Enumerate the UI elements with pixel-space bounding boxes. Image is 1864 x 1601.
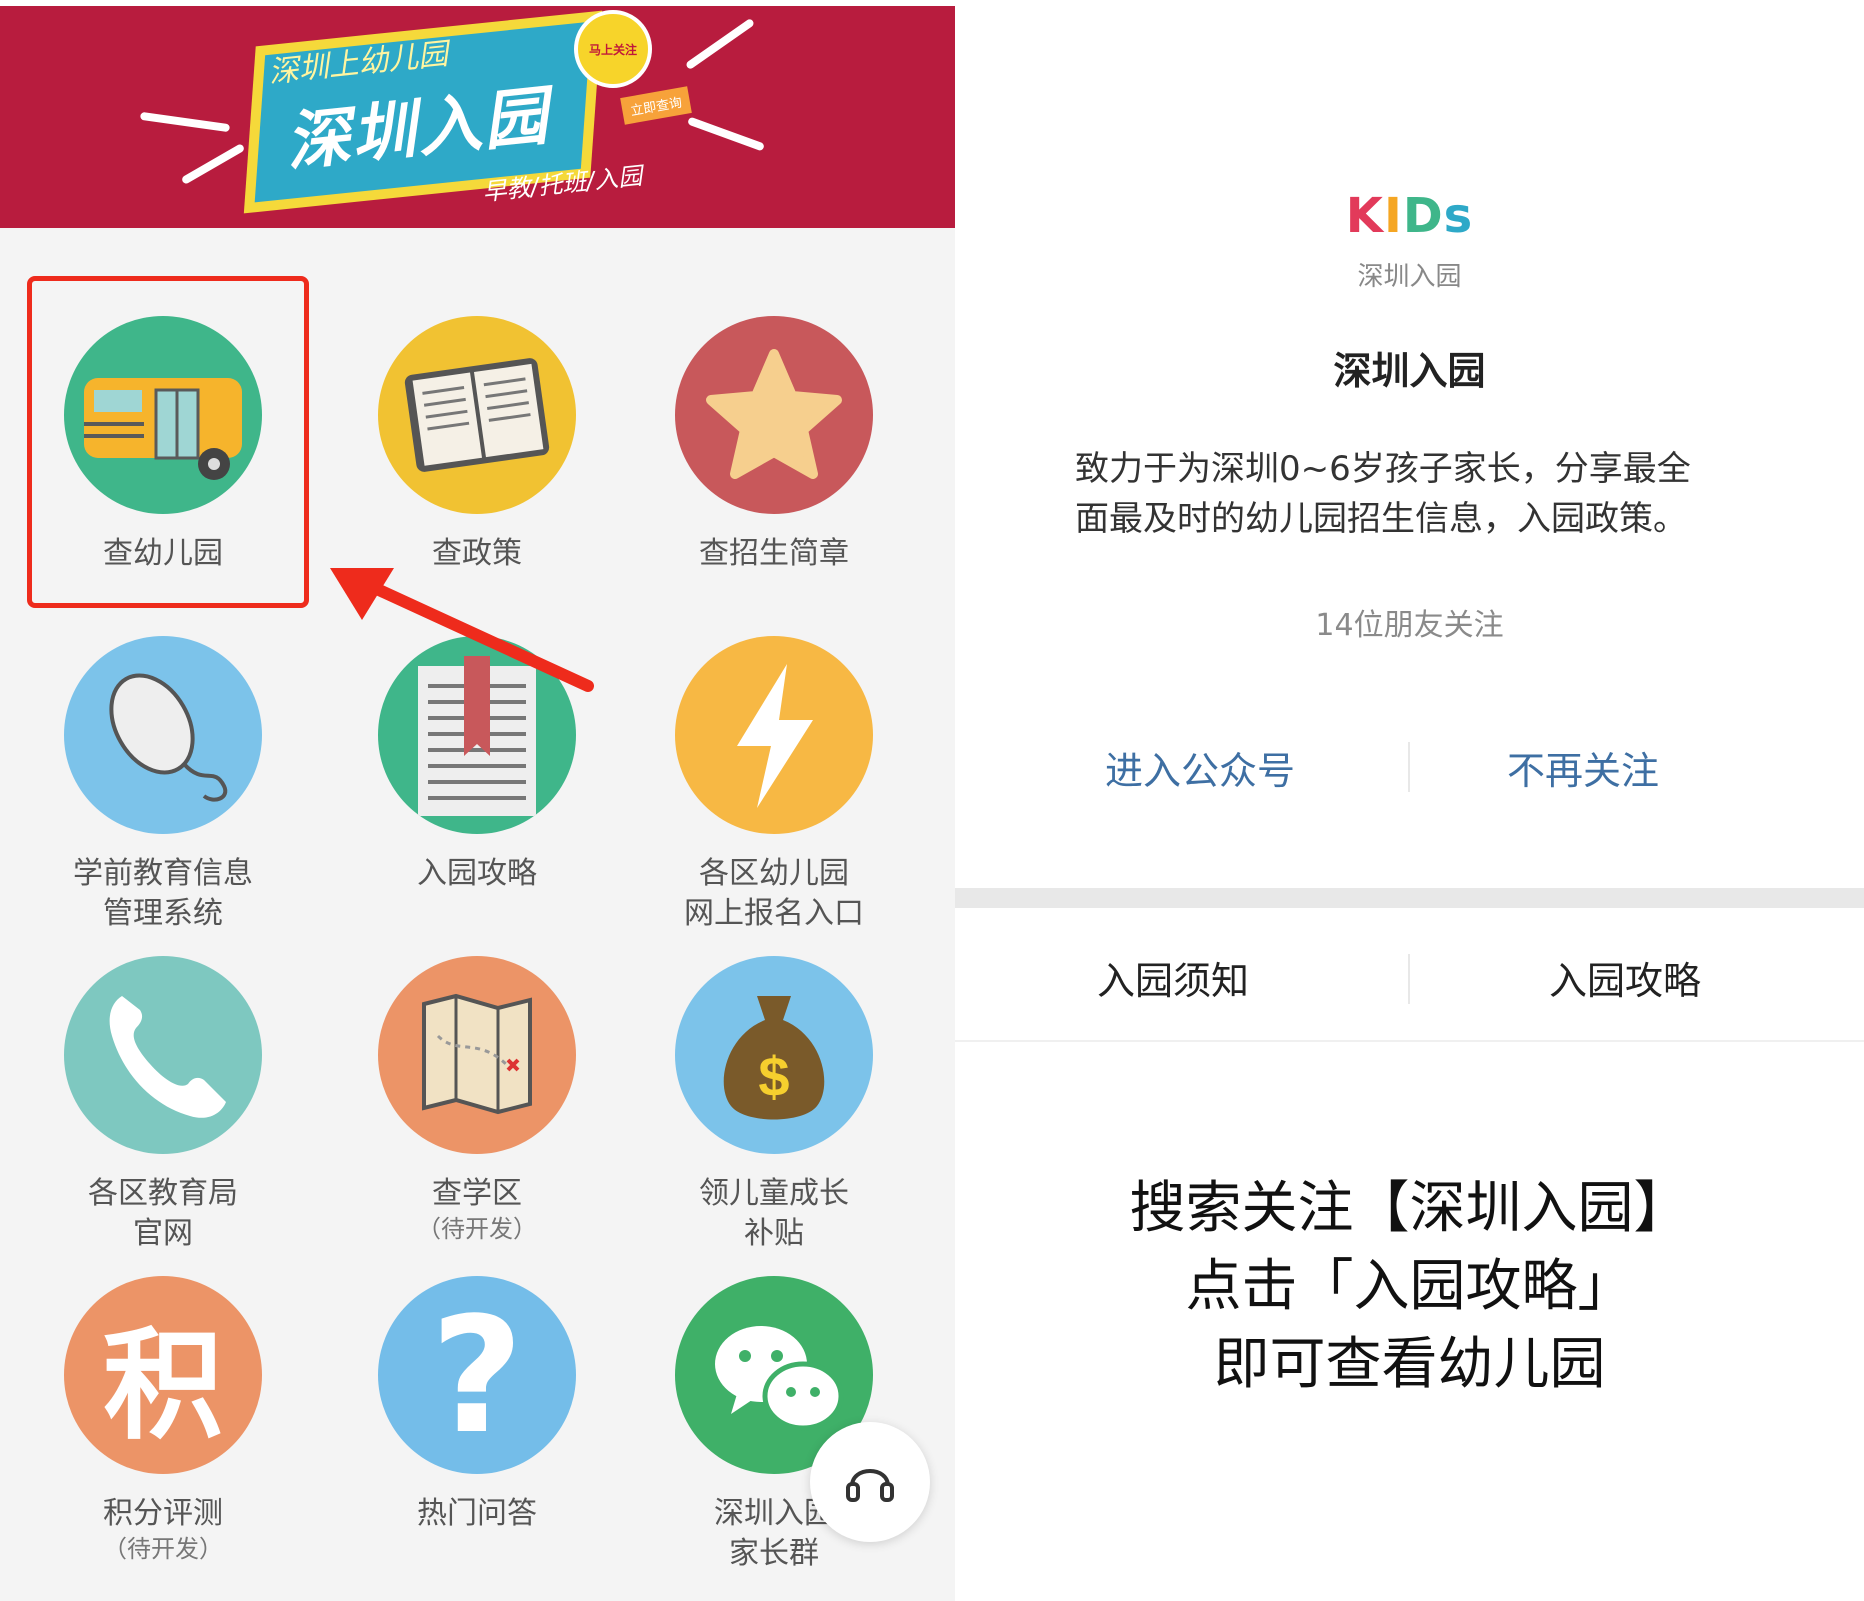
- account-profile-panel: KIDs 深圳入园 深圳入园 致力于为深圳0~6岁孩子家长，分享最全 面最及时的…: [955, 0, 1864, 1601]
- logo-subtitle: 深圳入园: [1357, 262, 1462, 292]
- tile-label-line2: 网上报名入口: [684, 896, 864, 931]
- tile-label-line2: 补贴: [744, 1216, 804, 1251]
- computer-mouse-icon: [64, 636, 262, 834]
- caption-line: 即可查看幼儿园: [1213, 1332, 1606, 1397]
- pointer-arrow-icon: [330, 568, 594, 692]
- tile-label-line2: 管理系统: [103, 896, 223, 931]
- promo-banner[interactable]: 深圳上幼儿园 深圳入园 早教/托班/入园 马上关注 立即查询: [0, 0, 955, 228]
- tile-label: 各区幼儿园: [699, 856, 849, 891]
- question-glyph: ?: [430, 1281, 524, 1469]
- tile-enrollment-brochure[interactable]: 查招生简章: [624, 316, 924, 574]
- divider: [1408, 954, 1410, 1004]
- customer-service-button[interactable]: [810, 1422, 930, 1542]
- phone-icon: [64, 956, 262, 1154]
- divider: [1408, 742, 1410, 792]
- menu-admission-notice[interactable]: 入园须知: [1097, 950, 1249, 1005]
- tile-label: 各区教育局: [88, 1176, 238, 1211]
- tile-label: 入园攻略: [417, 856, 537, 891]
- points-icon: 积: [64, 1276, 262, 1474]
- description-line: 面最及时的幼儿园招生信息，入园政策。: [1075, 499, 1687, 539]
- caption-line: 点击「入园攻略」: [1185, 1254, 1634, 1319]
- tile-label-line2: （待开发）: [103, 1535, 223, 1563]
- tile-label-line2: （待开发）: [417, 1215, 537, 1243]
- tile-label: 热门问答: [417, 1496, 537, 1531]
- question-icon: ?: [378, 1276, 576, 1474]
- tile-label-line2: 官网: [133, 1216, 193, 1251]
- tile-label: 查学区: [432, 1176, 522, 1211]
- banner-ray: [684, 17, 756, 71]
- tile-policy[interactable]: 查政策: [327, 316, 627, 574]
- tile-growth-subsidy[interactable]: $ 领儿童成长 补贴: [624, 956, 924, 1254]
- tile-education-bureau[interactable]: 各区教育局 官网: [13, 956, 313, 1254]
- tile-preschool-system[interactable]: 学前教育信息 管理系统: [13, 636, 313, 934]
- brand-logo: KIDs: [1345, 188, 1474, 244]
- tile-points-assessment[interactable]: 积 积分评测 （待开发）: [13, 1276, 313, 1564]
- money-bag-icon: $: [675, 956, 873, 1154]
- banner-ray: [180, 143, 246, 185]
- tile-school-district[interactable]: 查学区 （待开发）: [327, 956, 627, 1244]
- section-separator: [955, 888, 1864, 908]
- open-book-icon: [378, 316, 576, 514]
- points-glyph: 积: [103, 1317, 223, 1456]
- account-name: 深圳入园: [1333, 349, 1486, 393]
- tile-label: 查招生简章: [699, 536, 849, 571]
- tile-faq[interactable]: ? 热门问答: [327, 1276, 627, 1534]
- tile-district-registration[interactable]: 各区幼儿园 网上报名入口: [624, 636, 924, 934]
- highlight-box: [27, 276, 309, 608]
- tile-label: 学前教育信息: [73, 856, 253, 891]
- svg-text:$: $: [758, 1045, 789, 1108]
- lightning-icon: [675, 636, 873, 834]
- map-icon: [378, 956, 576, 1154]
- tile-label: 积分评测: [103, 1496, 223, 1531]
- description-line: 致力于为深圳0~6岁孩子家长，分享最全: [1075, 449, 1691, 489]
- banner-ray: [139, 111, 231, 133]
- enter-account-button[interactable]: 进入公众号: [1105, 740, 1295, 795]
- headset-icon: [846, 1469, 894, 1502]
- menu-bottom-line: [955, 1040, 1864, 1042]
- star-icon: [675, 316, 873, 514]
- top-strip: [0, 0, 955, 6]
- query-tag[interactable]: 立即查询: [620, 86, 692, 125]
- menu-admission-guide[interactable]: 入园攻略: [1549, 950, 1701, 1005]
- account-description: 致力于为深圳0~6岁孩子家长，分享最全 面最及时的幼儿园招生信息，入园政策。: [1075, 444, 1755, 544]
- instruction-caption: 搜索关注【深圳入园】 点击「入园攻略」 即可查看幼儿园: [955, 1170, 1864, 1404]
- banner-ray: [687, 116, 765, 152]
- friends-following-count: 14位朋友关注: [1315, 608, 1504, 643]
- app-screen: 深圳上幼儿园 深圳入园 早教/托班/入园 马上关注 立即查询 查幼儿园 查政策 …: [0, 0, 955, 1601]
- unfollow-button[interactable]: 不再关注: [1507, 740, 1659, 795]
- follow-badge[interactable]: 马上关注: [574, 10, 652, 88]
- tile-label: 领儿童成长: [699, 1176, 849, 1211]
- caption-line: 搜索关注【深圳入园】: [1129, 1176, 1690, 1241]
